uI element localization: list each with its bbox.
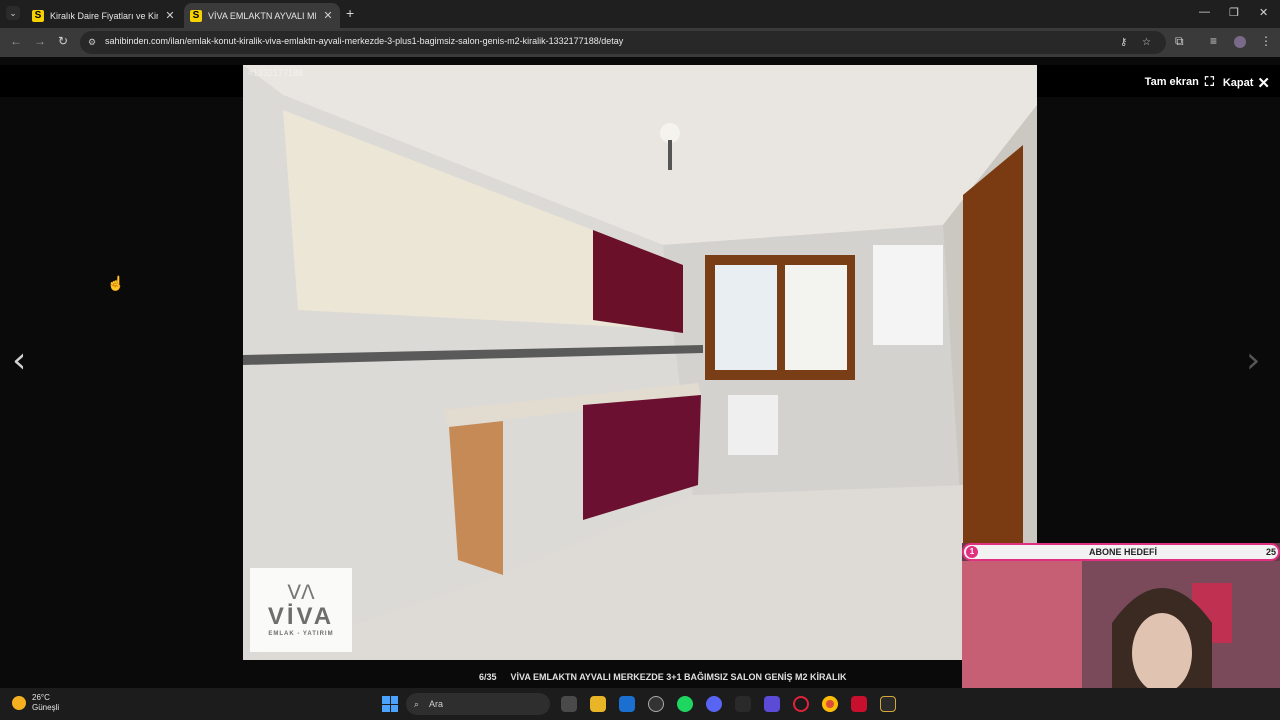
window-close-icon[interactable]: ✕ bbox=[1259, 6, 1268, 19]
listing-id: #1332177188 bbox=[248, 68, 304, 78]
viva-logo: ᐯᐱ VİVA EMLAK - YATIRIM bbox=[250, 568, 352, 652]
previous-photo-arrow-icon[interactable]: ‹ bbox=[12, 340, 26, 381]
obs-icon[interactable] bbox=[648, 696, 664, 712]
close-tab-icon[interactable]: ✕ bbox=[322, 9, 334, 22]
windows-start-icon[interactable] bbox=[382, 696, 398, 712]
listing-photo[interactable]: #1332177188 ᐯᐱ VİVA EMLAK - YATIRIM bbox=[243, 65, 1037, 660]
photo-counter: 6/35 bbox=[479, 672, 497, 682]
file-explorer-icon[interactable] bbox=[590, 696, 606, 712]
tab-viva-emlak[interactable]: S VİVA EMLAKTN AYVALI MERKEZ ✕ bbox=[184, 3, 340, 28]
viva-logo-name: VİVA bbox=[267, 603, 335, 630]
goal-target: 25 bbox=[1265, 547, 1276, 557]
capcut-icon[interactable] bbox=[735, 696, 751, 712]
fullscreen-label: Tam ekran bbox=[1144, 76, 1199, 88]
chrome-icon[interactable] bbox=[822, 696, 838, 712]
profile-avatar[interactable] bbox=[1234, 36, 1246, 48]
temperature: 26°C bbox=[32, 693, 50, 702]
media-control-icon[interactable]: ≡ bbox=[1210, 34, 1217, 48]
sun-icon bbox=[12, 696, 26, 710]
restore-icon[interactable]: ❐ bbox=[1229, 6, 1239, 19]
search-icon: ⌕ bbox=[414, 698, 420, 709]
sahibinden-favicon-icon: S bbox=[32, 9, 44, 22]
viva-logo-mark-icon: ᐯᐱ bbox=[287, 582, 315, 604]
extensions-icon[interactable]: ⧉ bbox=[1175, 34, 1184, 49]
hand-cursor-icon: ☝ bbox=[107, 275, 125, 291]
tab-search-icon[interactable]: ⌄ bbox=[6, 6, 20, 20]
close-label: Kapat bbox=[1222, 77, 1254, 89]
task-view-icon[interactable] bbox=[561, 696, 577, 712]
tab-title: VİVA EMLAKTN AYVALI MERKEZ bbox=[208, 10, 316, 21]
browser-toolbar: ← → ↻ ⚙ sahibinden.com/ilan/emlak-konut-… bbox=[0, 28, 1280, 57]
sahibinden-favicon-icon: S bbox=[190, 9, 202, 22]
taskbar: 26°C Güneşli ⌕ Ara bbox=[0, 688, 1280, 720]
fullscreen-icon: ⛶ bbox=[1204, 74, 1214, 89]
reload-icon[interactable]: ↻ bbox=[58, 34, 68, 48]
close-tab-icon[interactable]: ✕ bbox=[164, 9, 176, 22]
minimize-icon[interactable]: — bbox=[1199, 6, 1210, 18]
app-grid-icon[interactable] bbox=[764, 696, 780, 712]
subscriber-goal-bar: ABONE HEDEFİ 1 25 bbox=[962, 543, 1280, 561]
kitchen-photo bbox=[243, 65, 1037, 660]
viva-logo-sub: EMLAK - YATIRIM bbox=[268, 631, 334, 637]
url-text[interactable]: sahibinden.com/ilan/emlak-konut-kiralik-… bbox=[105, 36, 623, 46]
close-icon: ✕ bbox=[1257, 75, 1270, 92]
spotify-icon[interactable] bbox=[677, 696, 693, 712]
news-app-icon[interactable] bbox=[851, 696, 867, 712]
weather-condition: Güneşli bbox=[32, 703, 60, 712]
next-photo-arrow-icon[interactable]: › bbox=[1246, 340, 1260, 381]
password-key-icon[interactable]: ⚷ bbox=[1120, 37, 1127, 48]
more-menu-icon[interactable]: ⋮ bbox=[1260, 34, 1272, 48]
search-placeholder: Ara bbox=[429, 699, 444, 709]
discord-icon[interactable] bbox=[706, 696, 722, 712]
mail-icon[interactable] bbox=[619, 696, 635, 712]
close-viewer-button[interactable]: Kapat ✕ bbox=[1223, 74, 1270, 92]
back-icon[interactable]: ← bbox=[10, 34, 22, 48]
tab-strip: ⌄ S Kiralık Daire Fiyatları ve Kiralık ✕… bbox=[0, 0, 1280, 28]
game-app-icon[interactable] bbox=[880, 696, 896, 712]
goal-index-badge: 1 bbox=[966, 546, 978, 558]
opera-icon[interactable] bbox=[793, 696, 809, 712]
tab-title: Kiralık Daire Fiyatları ve Kiralık bbox=[50, 10, 158, 21]
forward-icon[interactable]: → bbox=[34, 34, 46, 48]
fullscreen-button[interactable]: Tam ekran ⛶ bbox=[1145, 74, 1214, 90]
site-info-icon[interactable]: ⚙ bbox=[88, 37, 96, 48]
weather-widget[interactable]: 26°C Güneşli bbox=[12, 693, 59, 713]
photo-caption: 6/35 VİVA EMLAKTN AYVALI MERKEZDE 3+1 BA… bbox=[479, 672, 846, 682]
photo-title: VİVA EMLAKTN AYVALI MERKEZDE 3+1 BAĞIMSI… bbox=[510, 672, 847, 682]
taskbar-search[interactable]: ⌕ Ara bbox=[406, 693, 550, 715]
bookmark-star-icon[interactable]: ☆ bbox=[1142, 37, 1151, 48]
new-tab-button[interactable]: + bbox=[346, 6, 354, 20]
goal-title: ABONE HEDEFİ bbox=[1088, 547, 1157, 557]
tab-kiralik-daire[interactable]: S Kiralık Daire Fiyatları ve Kiralık ✕ bbox=[26, 3, 182, 28]
address-bar[interactable]: ⚙ sahibinden.com/ilan/emlak-konut-kirali… bbox=[80, 31, 1166, 54]
